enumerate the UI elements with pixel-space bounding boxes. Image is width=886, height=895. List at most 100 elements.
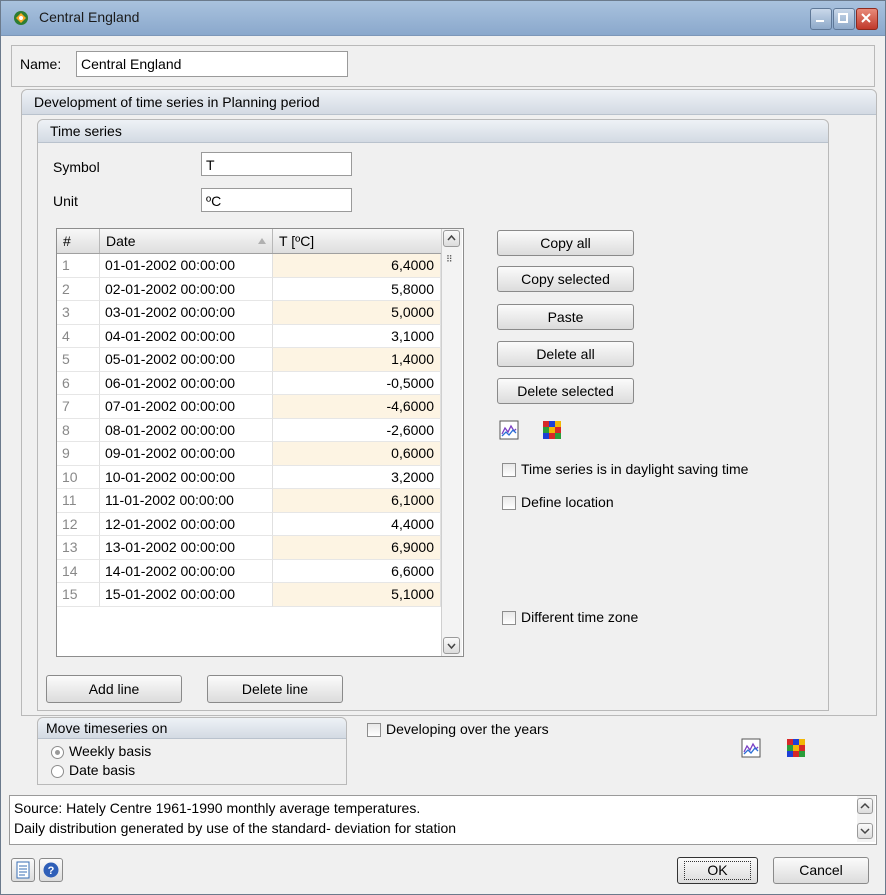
close-icon [861,13,871,23]
table-row[interactable]: 4 04-01-2002 00:00:00 3,1000 [57,324,441,348]
row-number-cell: 5 [57,348,100,372]
date-cell[interactable]: 08-01-2002 00:00:00 [100,418,273,442]
table-row[interactable]: 9 09-01-2002 00:00:00 0,6000 [57,442,441,466]
scroll-up-button[interactable] [443,230,460,247]
value-cell[interactable]: 5,8000 [273,277,441,301]
value-cell[interactable]: 6,4000 [273,254,441,278]
help-button[interactable]: ? [39,858,63,882]
delete-all-button[interactable]: Delete all [497,341,634,367]
table-row[interactable]: 10 10-01-2002 00:00:00 3,2000 [57,465,441,489]
value-cell[interactable]: 6,9000 [273,536,441,560]
row-number-cell: 15 [57,583,100,607]
date-cell[interactable]: 07-01-2002 00:00:00 [100,395,273,419]
table-row[interactable]: 14 14-01-2002 00:00:00 6,6000 [57,559,441,583]
color-grid-icon[interactable] [786,738,806,758]
weekly-basis-label: Weekly basis [69,743,152,759]
column-header-number[interactable]: # [57,229,100,253]
different-time-zone-checkbox[interactable] [502,611,516,625]
row-number-cell: 8 [57,418,100,442]
column-header-value[interactable]: T [ºC] [273,229,441,253]
value-cell[interactable]: -0,5000 [273,371,441,395]
grid-header: # Date T [ºC] [57,229,441,254]
value-cell[interactable]: 6,6000 [273,559,441,583]
minimize-button[interactable] [810,8,832,30]
copy-all-button[interactable]: Copy all [497,230,634,256]
value-cell[interactable]: 6,1000 [273,489,441,513]
ok-button[interactable]: OK [677,857,758,884]
value-cell[interactable]: -2,6000 [273,418,441,442]
value-cell[interactable]: -4,6000 [273,395,441,419]
dialog-window: Central England Name: Central England De… [0,0,886,895]
table-row[interactable]: 3 03-01-2002 00:00:00 5,0000 [57,301,441,325]
cancel-button[interactable]: Cancel [773,857,869,884]
date-cell[interactable]: 10-01-2002 00:00:00 [100,465,273,489]
date-cell[interactable]: 14-01-2002 00:00:00 [100,559,273,583]
table-row[interactable]: 11 11-01-2002 00:00:00 6,1000 [57,489,441,513]
name-label: Name: [20,56,62,72]
line-chart-icon[interactable] [499,420,519,440]
table-row[interactable]: 5 05-01-2002 00:00:00 1,4000 [57,348,441,372]
color-grid-icon[interactable] [542,420,562,440]
define-location-checkbox[interactable] [502,496,516,510]
value-cell[interactable]: 0,6000 [273,442,441,466]
value-cell[interactable]: 5,1000 [273,583,441,607]
title-bar[interactable]: Central England [1,1,885,36]
date-cell[interactable]: 09-01-2002 00:00:00 [100,442,273,466]
radio-selected-dot [55,750,60,755]
value-cell[interactable]: 3,2000 [273,465,441,489]
developing-over-years-label: Developing over the years [386,721,549,737]
table-row[interactable]: 6 06-01-2002 00:00:00 -0,5000 [57,371,441,395]
symbol-input[interactable]: T [201,152,352,176]
delete-line-button[interactable]: Delete line [207,675,343,703]
table-row[interactable]: 7 07-01-2002 00:00:00 -4,6000 [57,395,441,419]
source-textarea[interactable]: Source: Hately Centre 1961-1990 monthly … [9,795,877,845]
row-number-cell: 9 [57,442,100,466]
grid-vertical-scrollbar[interactable]: ⠿ [441,229,462,656]
close-button[interactable] [856,8,878,30]
date-cell[interactable]: 15-01-2002 00:00:00 [100,583,273,607]
date-cell[interactable]: 04-01-2002 00:00:00 [100,324,273,348]
paste-button[interactable]: Paste [497,304,634,330]
unit-input[interactable]: ºC [201,188,352,212]
column-header-date-label: Date [106,233,136,249]
table-row[interactable]: 15 15-01-2002 00:00:00 5,1000 [57,583,441,607]
value-cell[interactable]: 3,1000 [273,324,441,348]
value-cell[interactable]: 1,4000 [273,348,441,372]
date-cell[interactable]: 13-01-2002 00:00:00 [100,536,273,560]
table-row[interactable]: 12 12-01-2002 00:00:00 4,4000 [57,512,441,536]
daylight-saving-checkbox[interactable] [502,463,516,477]
weekly-basis-radio[interactable] [51,746,64,759]
table-row[interactable]: 1 01-01-2002 00:00:00 6,4000 [57,254,441,278]
date-cell[interactable]: 05-01-2002 00:00:00 [100,348,273,372]
date-cell[interactable]: 03-01-2002 00:00:00 [100,301,273,325]
source-scroll-down-button[interactable] [857,823,873,839]
column-header-date[interactable]: Date [100,229,273,253]
notes-button[interactable] [11,858,35,882]
date-cell[interactable]: 06-01-2002 00:00:00 [100,371,273,395]
table-row[interactable]: 8 08-01-2002 00:00:00 -2,6000 [57,418,441,442]
scroll-thumb-grip[interactable]: ⠿ [446,254,453,265]
name-input[interactable]: Central England [76,51,348,77]
date-basis-radio[interactable] [51,765,64,778]
copy-selected-button[interactable]: Copy selected [497,266,634,292]
source-scroll-up-button[interactable] [857,798,873,814]
source-scrollbar[interactable] [857,796,875,842]
value-cell[interactable]: 4,4000 [273,512,441,536]
delete-selected-button[interactable]: Delete selected [497,378,634,404]
add-line-button[interactable]: Add line [46,675,182,703]
chevron-down-icon [447,643,456,650]
chevron-down-icon [860,828,870,835]
line-chart-icon[interactable] [741,738,761,758]
date-cell[interactable]: 11-01-2002 00:00:00 [100,489,273,513]
value-cell[interactable]: 5,0000 [273,301,441,325]
date-cell[interactable]: 01-01-2002 00:00:00 [100,254,273,278]
scroll-down-button[interactable] [443,637,460,654]
table-row[interactable]: 13 13-01-2002 00:00:00 6,9000 [57,536,441,560]
maximize-button[interactable] [833,8,855,30]
date-cell[interactable]: 12-01-2002 00:00:00 [100,512,273,536]
time-series-grid[interactable]: # Date T [ºC] 1 01-01-2002 00:00:00 6,4000… [56,228,464,657]
date-cell[interactable]: 02-01-2002 00:00:00 [100,277,273,301]
developing-over-years-checkbox[interactable] [367,723,381,737]
source-line-1: Source: Hately Centre 1961-1990 monthly … [14,800,421,816]
table-row[interactable]: 2 02-01-2002 00:00:00 5,8000 [57,277,441,301]
